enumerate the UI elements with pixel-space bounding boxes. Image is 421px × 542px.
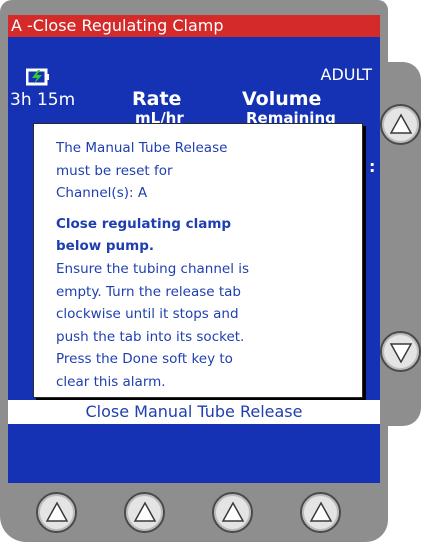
up-arrow-icon — [45, 501, 69, 522]
patient-type: ADULT — [320, 65, 372, 84]
rate-header: Rate — [132, 88, 182, 110]
dialog-instruction: push the tab into its socket. — [56, 328, 245, 345]
alarm-dialog: The Manual Tube Release must be reset fo… — [33, 123, 363, 398]
dialog-instruction: empty. Turn the release tab — [56, 283, 241, 300]
pump-screen: A -Close Regulating Clamp 3h 15m ADULT R… — [8, 15, 380, 483]
dialog-line: must be reset for — [56, 162, 173, 179]
softkey-2-button[interactable] — [124, 492, 165, 533]
scroll-up-button[interactable] — [380, 104, 421, 145]
down-arrow-icon — [389, 343, 413, 364]
up-arrow-icon — [389, 113, 413, 134]
softkey-prompt-bar: Close Manual Tube Release — [8, 400, 380, 424]
dialog-line: Channel(s): A — [56, 185, 148, 202]
dialog-instruction: Press the Done soft key to — [56, 351, 233, 368]
value-separator: : — [369, 157, 376, 176]
alarm-title-bar: A -Close Regulating Clamp — [8, 15, 380, 37]
infusion-pump-device: A -Close Regulating Clamp 3h 15m ADULT R… — [0, 0, 421, 542]
time-remaining: 3h 15m — [10, 90, 76, 110]
up-arrow-icon — [133, 501, 157, 522]
dialog-bold-line: below pump. — [56, 238, 155, 255]
dialog-line: The Manual Tube Release — [56, 140, 228, 156]
softkey-3-button[interactable] — [212, 492, 253, 533]
up-arrow-icon — [309, 501, 333, 522]
dialog-bold-line: Close regulating clamp — [56, 215, 232, 232]
softkey-1-button[interactable] — [36, 492, 77, 533]
dialog-instruction: clear this alarm. — [56, 373, 166, 390]
battery-charging-icon — [25, 68, 50, 90]
dialog-instruction: Ensure the tubing channel is — [56, 260, 250, 277]
dialog-instruction: clockwise until it stops and — [56, 306, 239, 323]
volume-header: Volume — [242, 88, 322, 110]
softkey-4-button[interactable] — [300, 492, 341, 533]
up-arrow-icon — [221, 501, 245, 522]
scroll-down-button[interactable] — [380, 331, 421, 372]
